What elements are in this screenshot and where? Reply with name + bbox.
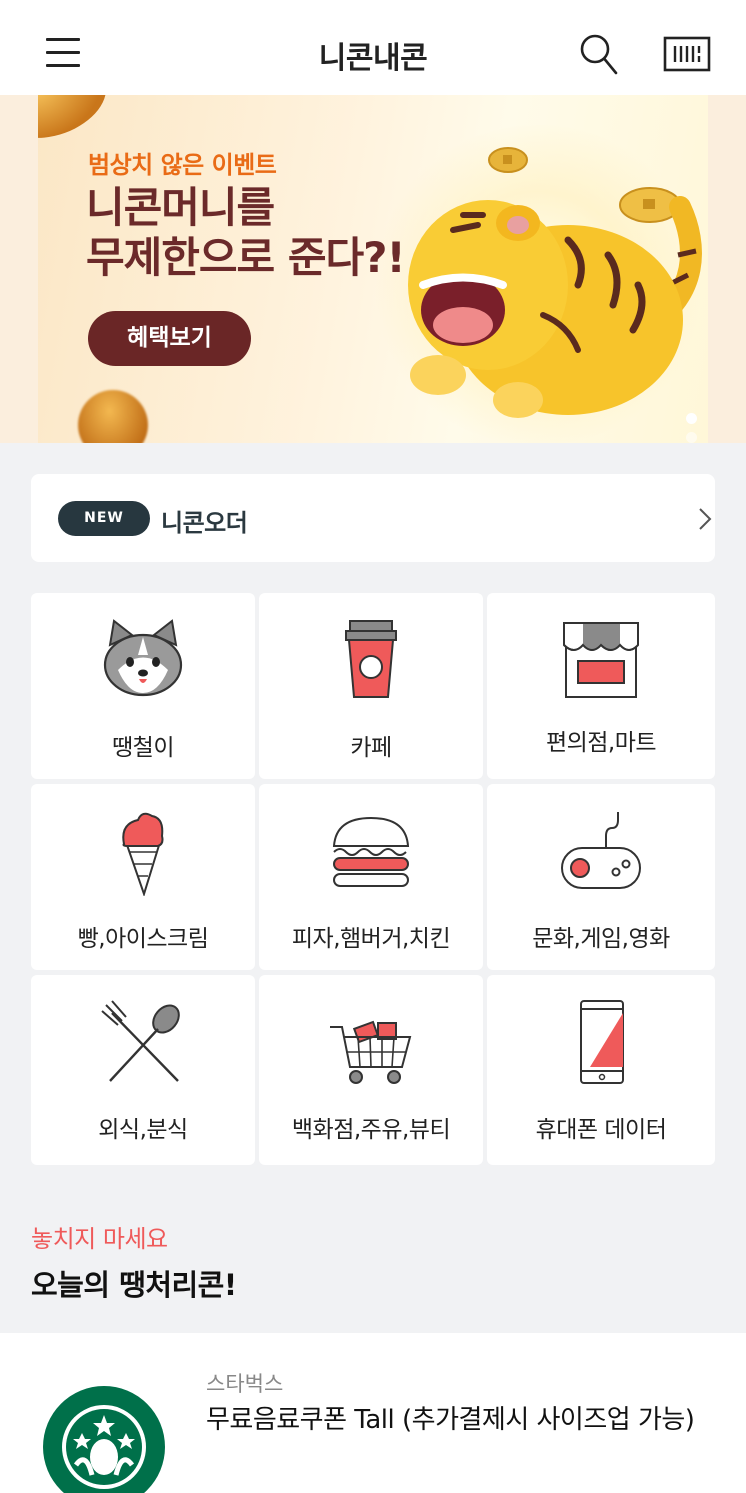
- new-badge: NEW: [58, 501, 150, 536]
- search-icon[interactable]: [578, 32, 620, 76]
- deal-list-item[interactable]: 스타벅스 무료음료쿠폰 Tall (추가결제시 사이즈업 가능): [0, 1333, 746, 1493]
- category-label: 문화,게임,영화: [532, 926, 670, 952]
- banner-subtitle: 범상치 않은 이벤트: [88, 151, 277, 179]
- hamburger-food-icon: [332, 816, 410, 887]
- mobile-phone-icon: [580, 1000, 624, 1084]
- category-tile[interactable]: 휴대폰 데이터: [487, 975, 715, 1165]
- category-tile[interactable]: 문화,게임,영화: [487, 784, 715, 970]
- app-screen: 니콘내콘 범상치 않은 이벤트 니콘머니를 무제한으로 준다?! 혜택보기 NE…: [0, 0, 746, 1493]
- section-title: 오늘의 땡처리콘!: [31, 1268, 237, 1302]
- category-label: 피자,햄버거,치킨: [291, 926, 451, 952]
- banner-benefit-button[interactable]: 혜택보기: [88, 311, 251, 366]
- promo-banner[interactable]: 범상치 않은 이벤트 니콘머니를 무제한으로 준다?! 혜택보기: [0, 95, 746, 443]
- category-tile[interactable]: 피자,햄버거,치킨: [259, 784, 483, 970]
- category-tile[interactable]: 편의점,마트: [487, 593, 715, 779]
- nicon-order-banner[interactable]: NEW 니콘오더: [31, 474, 715, 562]
- barcode-scan-icon[interactable]: [663, 36, 711, 72]
- deal-name: 무료음료쿠폰 Tall (추가결제시 사이즈업 가능): [206, 1405, 695, 1435]
- category-label: 빵,아이스크림: [77, 926, 209, 952]
- dog-mascot-icon: [103, 619, 183, 697]
- category-label: 외식,분식: [98, 1117, 188, 1143]
- game-controller-icon: [561, 812, 641, 889]
- category-tile[interactable]: 백화점,주유,뷰티: [259, 975, 483, 1165]
- top-app-bar: 니콘내콘: [0, 0, 746, 95]
- coffee-cup-icon: [345, 620, 397, 698]
- category-label: 휴대폰 데이터: [535, 1117, 667, 1143]
- chevron-right-icon: [699, 508, 712, 530]
- category-label: 백화점,주유,뷰티: [291, 1117, 451, 1143]
- fork-spoon-icon: [101, 1000, 180, 1082]
- promo-banner-card: 범상치 않은 이벤트 니콘머니를 무제한으로 준다?! 혜택보기: [38, 95, 708, 443]
- category-tile[interactable]: 땡철이: [31, 593, 255, 779]
- category-label: 카페: [350, 735, 392, 761]
- section-tag: 놓치지 마세요: [31, 1225, 168, 1253]
- category-tile[interactable]: 빵,아이스크림: [31, 784, 255, 970]
- category-tile[interactable]: 외식,분식: [31, 975, 255, 1165]
- nicon-order-label: 니콘오더: [161, 509, 248, 537]
- deal-brand: 스타벅스: [206, 1372, 284, 1396]
- shopping-cart-icon: [330, 1020, 412, 1084]
- coin-decoration: [38, 95, 117, 152]
- banner-title: 니콘머니를 무제한으로 준다?!: [86, 183, 406, 283]
- banner-pagination: [686, 409, 708, 443]
- pagination-dot: [686, 432, 697, 443]
- category-label: 땡철이: [112, 735, 174, 761]
- coin-decoration: [78, 390, 148, 443]
- category-tile[interactable]: 카페: [259, 593, 483, 779]
- store-awning-icon: [563, 622, 639, 698]
- tiger-mascot-icon: [408, 147, 702, 418]
- app-title: 니콘내콘: [318, 41, 428, 76]
- banner-title-line: 니콘머니를: [86, 183, 275, 232]
- ice-cream-cone-icon: [122, 812, 164, 896]
- banner-title-line: 무제한으로 준다?!: [86, 233, 406, 282]
- category-label: 편의점,마트: [545, 730, 657, 756]
- starbucks-logo-icon: [43, 1386, 165, 1493]
- pagination-dot: [686, 413, 697, 424]
